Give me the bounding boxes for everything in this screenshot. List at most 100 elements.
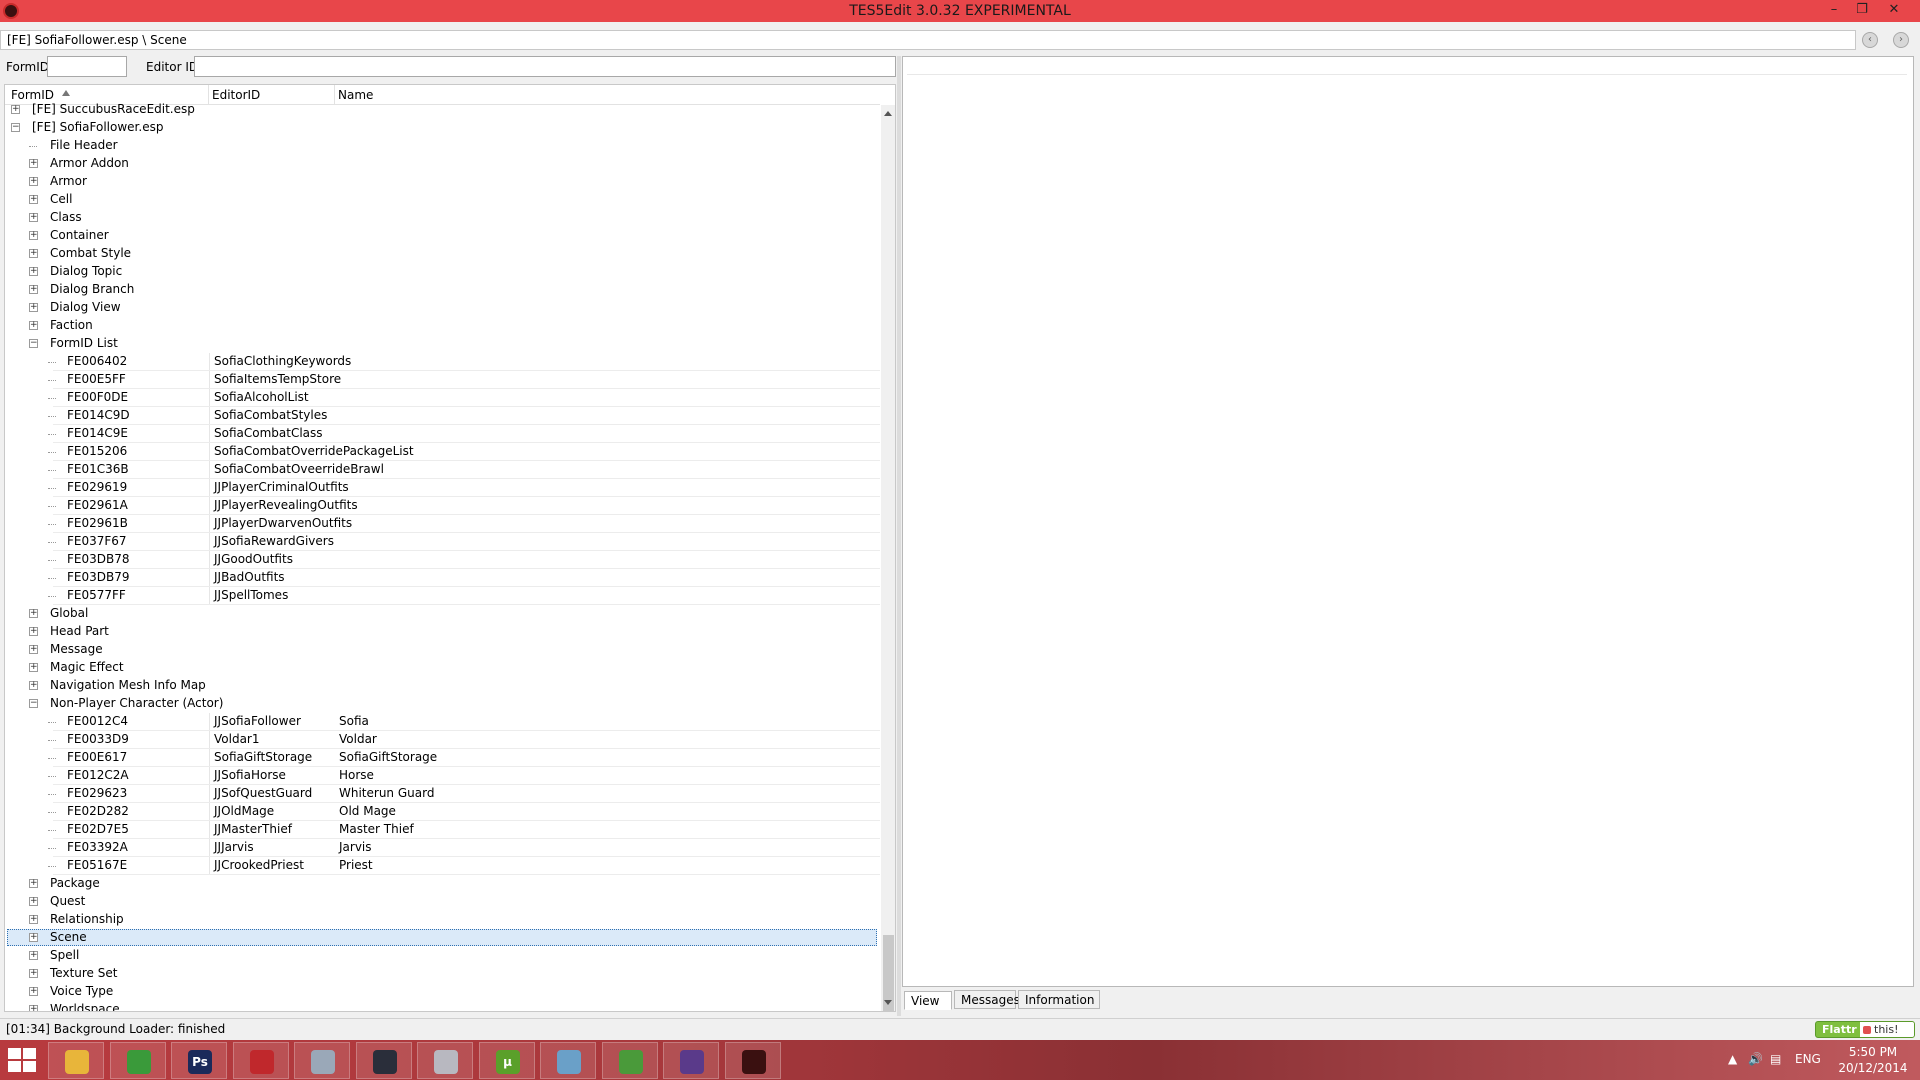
tree-group-row[interactable]: + Global [5, 605, 880, 623]
expand-icon[interactable]: + [29, 969, 38, 978]
taskbar-app-button[interactable] [232, 1042, 289, 1079]
tree-group-row[interactable]: + Dialog View [5, 299, 880, 317]
tree-group-row[interactable]: − Non-Player Character (Actor) [5, 695, 880, 713]
tree-group-row[interactable]: + Armor [5, 173, 880, 191]
tree-group-row[interactable]: + Quest [5, 893, 880, 911]
expand-icon[interactable]: + [29, 609, 38, 618]
tree-record-row[interactable]: FE01C36B SofiaCombatOveerrideBrawl [5, 461, 880, 479]
volume-icon[interactable]: 🔊 [1748, 1052, 1763, 1066]
tree-group-row[interactable]: + Dialog Topic [5, 263, 880, 281]
expand-icon[interactable]: + [29, 987, 38, 996]
expand-icon[interactable]: + [29, 951, 38, 960]
tree-record-row[interactable]: FE03DB78 JJGoodOutfits [5, 551, 880, 569]
expand-icon[interactable]: + [29, 645, 38, 654]
tree-record-row[interactable]: FE02D282 JJOldMage Old Mage [5, 803, 880, 821]
expand-icon[interactable]: + [29, 159, 38, 168]
expand-icon[interactable]: + [29, 663, 38, 672]
tray-chevron-icon[interactable]: ▲ [1728, 1052, 1737, 1066]
expand-icon[interactable]: + [29, 213, 38, 222]
collapse-icon[interactable]: − [29, 699, 38, 708]
column-name[interactable]: Name [338, 88, 373, 102]
close-button[interactable]: ✕ [1880, 1, 1908, 19]
tree-group-row[interactable]: + Package [5, 875, 880, 893]
tree-record-row[interactable]: FE015206 SofiaCombatOverridePackageList [5, 443, 880, 461]
expand-icon[interactable]: + [29, 897, 38, 906]
tree-record-row[interactable]: FE0033D9 Voldar1 Voldar [5, 731, 880, 749]
tree-group-row[interactable]: + Voice Type [5, 983, 880, 1001]
taskbar-app-button[interactable] [724, 1042, 781, 1079]
tree-group-row[interactable]: + Message [5, 641, 880, 659]
restore-button[interactable]: ❐ [1848, 1, 1876, 19]
tree-record-row[interactable]: FE029623 JJSofQuestGuard Whiterun Guard [5, 785, 880, 803]
tree-group-row[interactable]: + Armor Addon [5, 155, 880, 173]
expand-icon[interactable]: + [29, 303, 38, 312]
tree-record-row[interactable]: FE014C9E SofiaCombatClass [5, 425, 880, 443]
tree-record-row[interactable]: FE006402 SofiaClothingKeywords [5, 353, 880, 371]
taskbar-app-button[interactable] [417, 1042, 473, 1079]
column-editorid[interactable]: EditorID [212, 88, 260, 102]
windows-start-icon[interactable] [8, 1048, 38, 1072]
minimize-button[interactable]: – [1820, 1, 1848, 19]
tree-group-row[interactable]: − FormID List [5, 335, 880, 353]
expand-icon[interactable]: + [29, 933, 38, 942]
collapse-icon[interactable]: − [29, 339, 38, 348]
expand-icon[interactable]: + [29, 627, 38, 636]
tree-record-row[interactable]: FE00F0DE SofiaAlcoholList [5, 389, 880, 407]
column-formid[interactable]: FormID [11, 88, 54, 102]
tree-record-row[interactable]: FE02D7E5 JJMasterThief Master Thief [5, 821, 880, 839]
tree-record-row[interactable]: FE00E5FF SofiaItemsTempStore [5, 371, 880, 389]
clock[interactable]: 5:50 PM 20/12/2014 [1838, 1044, 1908, 1076]
expand-icon[interactable]: + [29, 1005, 38, 1011]
tree-group-row[interactable]: + Cell [5, 191, 880, 209]
tree-group-row[interactable]: + Scene [5, 929, 880, 947]
tree-record-row[interactable]: FE02961A JJPlayerRevealingOutfits [5, 497, 880, 515]
tab-view[interactable]: View [904, 991, 952, 1010]
tree-record-row[interactable]: FE05167E JJCrookedPriest Priest [5, 857, 880, 875]
tree-record-row[interactable]: FE037F67 JJSofiaRewardGivers [5, 533, 880, 551]
taskbar-app-button[interactable] [663, 1042, 719, 1079]
tree-group-row[interactable]: + Dialog Branch [5, 281, 880, 299]
expand-icon[interactable]: + [29, 249, 38, 258]
record-view-panel[interactable] [902, 56, 1914, 987]
taskbar-app-button[interactable] [601, 1042, 658, 1079]
flattr-button[interactable]: Flattr this! [1815, 1021, 1915, 1038]
vertical-scrollbar[interactable] [881, 105, 895, 1011]
expand-icon[interactable]: + [29, 177, 38, 186]
expand-icon[interactable]: + [29, 285, 38, 294]
taskbar-app-button[interactable] [109, 1042, 166, 1079]
taskbar-app-button[interactable] [540, 1042, 596, 1079]
tree-group-row[interactable]: + Head Part [5, 623, 880, 641]
expand-icon[interactable]: + [11, 105, 20, 114]
tree-group-row[interactable]: + Class [5, 209, 880, 227]
expand-icon[interactable]: + [29, 195, 38, 204]
tab-messages[interactable]: Messages [954, 990, 1020, 1009]
tree-record-row[interactable]: FE014C9D SofiaCombatStyles [5, 407, 880, 425]
taskbar-app-button[interactable] [48, 1042, 104, 1079]
expand-icon[interactable]: + [29, 231, 38, 240]
tree-group-row[interactable]: + Texture Set [5, 965, 880, 983]
tree-record-row[interactable]: FE012C2A JJSofiaHorse Horse [5, 767, 880, 785]
tree-group-row[interactable]: + Faction [5, 317, 880, 335]
scroll-up-arrow-icon[interactable] [884, 111, 892, 116]
path-breadcrumb[interactable]: [FE] SofiaFollower.esp \ Scene [0, 30, 1856, 50]
tree-group-row[interactable]: + Combat Style [5, 245, 880, 263]
back-arrow-icon[interactable]: ‹ [1862, 32, 1878, 48]
tree-group-row[interactable]: + Container [5, 227, 880, 245]
tree-record-row[interactable]: FE029619 JJPlayerCriminalOutfits [5, 479, 880, 497]
tree-group-row[interactable]: + Relationship [5, 911, 880, 929]
panel-splitter[interactable] [897, 56, 901, 1016]
collapse-icon[interactable]: − [11, 123, 20, 132]
tree-record-row[interactable]: FE0577FF JJSpellTomes [5, 587, 880, 605]
tree-record-row[interactable]: FE00E617 SofiaGiftStorage SofiaGiftStorage [5, 749, 880, 767]
network-icon[interactable]: ▤ [1770, 1052, 1781, 1066]
expand-icon[interactable]: + [29, 681, 38, 690]
tree-group-row[interactable]: + Spell [5, 947, 880, 965]
tree-record-row[interactable]: FE03DB79 JJBadOutfits [5, 569, 880, 587]
expand-icon[interactable]: + [29, 879, 38, 888]
tree-group-row[interactable]: File Header [5, 137, 880, 155]
scroll-down-arrow-icon[interactable] [884, 1000, 892, 1005]
expand-icon[interactable]: + [29, 267, 38, 276]
taskbar-app-button[interactable]: µ [478, 1042, 535, 1079]
tree-record-row[interactable]: FE0012C4 JJSofiaFollower Sofia [5, 713, 880, 731]
taskbar-app-button[interactable]: Ps [171, 1042, 227, 1079]
